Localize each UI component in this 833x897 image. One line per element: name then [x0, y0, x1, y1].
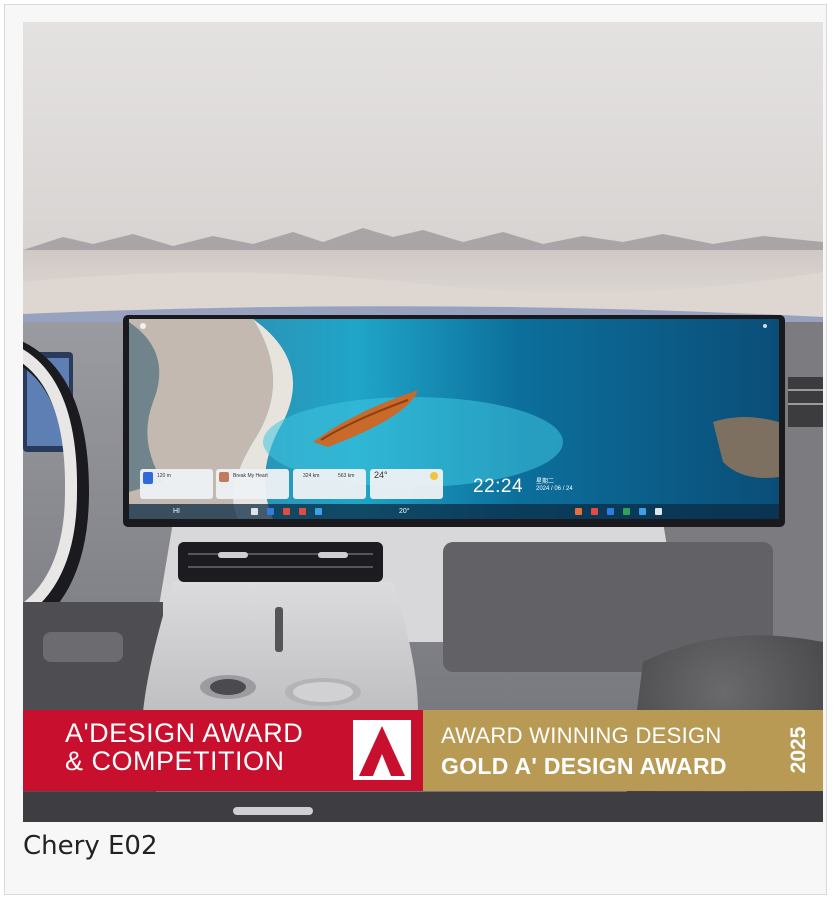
screen-clock: 22:24: [473, 476, 524, 497]
a-design-logo-icon: [353, 720, 411, 780]
nav-distance: 120 m: [157, 473, 171, 479]
image-caption: Chery E02: [23, 831, 158, 861]
range-left: 324 km: [303, 473, 320, 479]
award-winning-label: AWARD WINNING DESIGN: [441, 723, 722, 748]
image-card: 22:24 星期二 2024 / 06 / 24 120 m Break My …: [4, 4, 827, 895]
fan-level: HI: [173, 508, 180, 515]
screen-weekday: 星期二: [536, 479, 555, 485]
award-year: 2025: [787, 726, 810, 774]
cabin-temp: 20°: [399, 508, 410, 515]
car-interior-illustration: [23, 22, 823, 822]
music-title: Break My Heart: [233, 473, 268, 479]
product-photo: 22:24 星期二 2024 / 06 / 24 120 m Break My …: [23, 22, 823, 822]
gold-award-label: GOLD A' DESIGN AWARD: [441, 753, 727, 779]
award-subtitle: & COMPETITION: [65, 746, 285, 776]
award-red-panel: A'DESIGN AWARD & COMPETITION: [23, 710, 423, 791]
weather-temperature: 24°: [374, 470, 388, 480]
award-gold-panel: AWARD WINNING DESIGN GOLD A' DESIGN AWAR…: [423, 710, 823, 791]
award-title: A'DESIGN AWARD: [65, 718, 304, 748]
award-banner: A'DESIGN AWARD & COMPETITION AWARD WINNI…: [23, 710, 823, 791]
range-right: 563 km: [338, 473, 355, 479]
screen-date: 2024 / 06 / 24: [536, 486, 573, 492]
